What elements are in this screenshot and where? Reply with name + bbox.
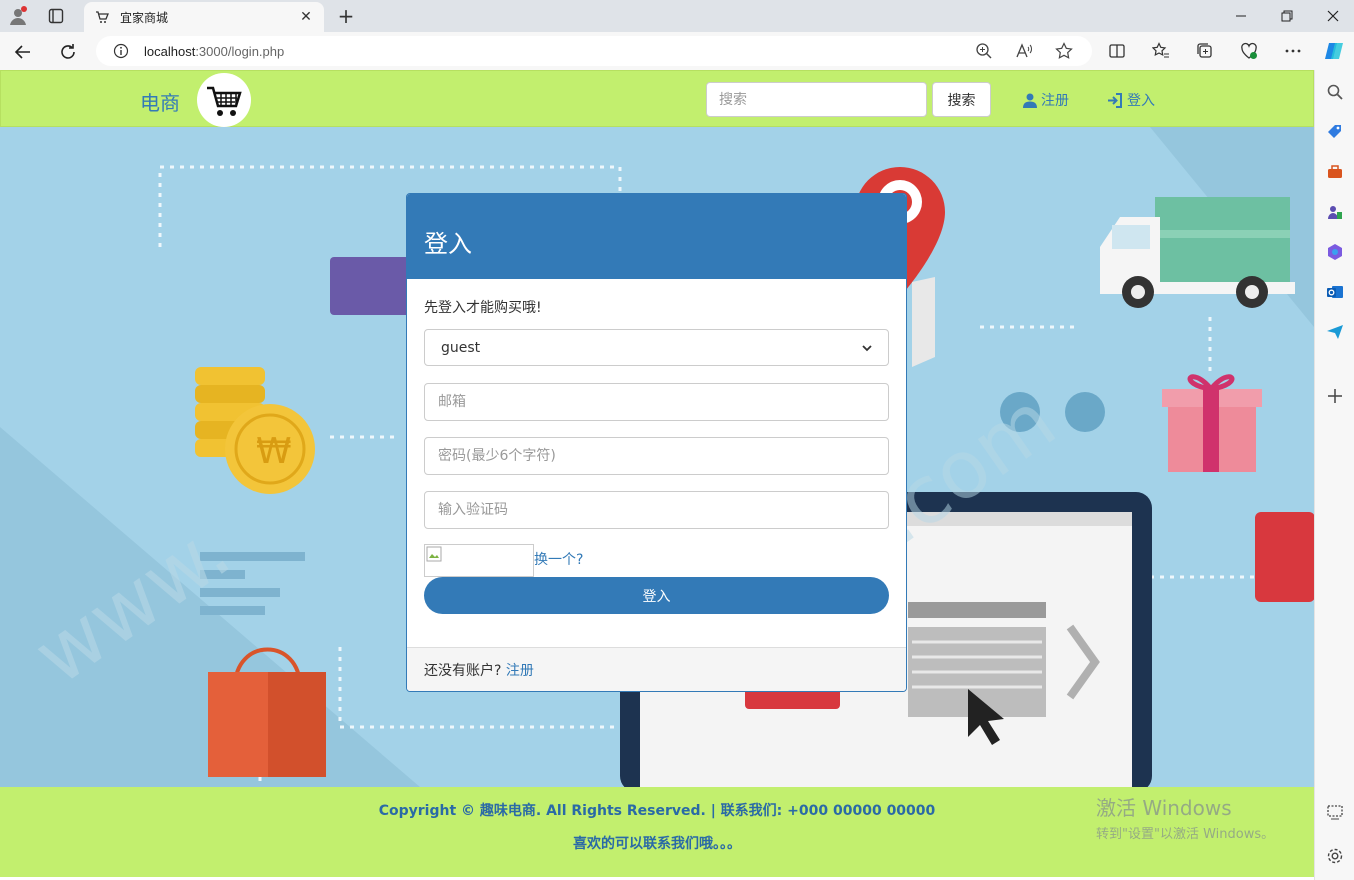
more-options-icon[interactable]	[1282, 40, 1304, 62]
login-panel-body: 先登入才能购买哦! guest 换一个? 登入	[407, 279, 906, 647]
games-icon[interactable]	[1325, 202, 1345, 222]
login-hint: 先登入才能购买哦!	[424, 300, 542, 316]
refresh-captcha-link[interactable]: 换一个?	[534, 549, 583, 569]
new-tab-icon[interactable]: +	[334, 4, 358, 28]
microsoft365-icon[interactable]	[1325, 242, 1345, 262]
zoom-icon[interactable]	[973, 40, 995, 62]
back-icon[interactable]	[10, 39, 36, 65]
login-submit-button[interactable]: 登入	[424, 577, 889, 614]
login-panel-footer: 还没有账户? 注册	[407, 647, 906, 691]
register-footer-link[interactable]: 注册	[506, 663, 534, 679]
site-info-icon[interactable]	[112, 42, 130, 60]
active-tab[interactable]: 宜家商城 ✕	[84, 2, 324, 32]
edge-sidebar	[1314, 70, 1354, 880]
svg-text:₩: ₩	[256, 431, 292, 472]
favorite-star-icon[interactable]	[1053, 40, 1075, 62]
cart-logo-icon[interactable]	[197, 73, 251, 127]
tools-icon[interactable]	[1325, 162, 1345, 182]
favorites-icon[interactable]	[1150, 40, 1172, 62]
cart-favicon-icon	[94, 9, 110, 25]
send-icon[interactable]	[1325, 322, 1345, 342]
sidebar-settings-icon[interactable]	[1325, 846, 1345, 866]
tab-title: 宜家商城	[120, 10, 169, 25]
broken-image-icon	[426, 546, 442, 562]
refresh-icon[interactable]	[55, 39, 81, 65]
search-input[interactable]	[706, 82, 927, 117]
role-select-value: guest	[441, 339, 481, 356]
login-link-label: 登入	[1127, 93, 1155, 109]
address-toolbar: localhost:3000/login.php	[0, 32, 1354, 70]
url-host: localhost	[144, 43, 196, 59]
captcha-input[interactable]	[424, 491, 889, 529]
outlook-icon[interactable]	[1325, 282, 1345, 302]
tab-actions-icon[interactable]	[44, 5, 68, 27]
shopping-tag-icon[interactable]	[1325, 122, 1345, 142]
url-path: :3000/login.php	[195, 43, 285, 59]
user-icon	[1023, 93, 1037, 108]
captcha-image[interactable]	[424, 544, 534, 577]
window-close-icon[interactable]	[1310, 4, 1354, 28]
split-screen-icon[interactable]	[1106, 40, 1128, 62]
login-panel-heading: 登入	[407, 194, 906, 279]
read-aloud-icon[interactable]	[1013, 40, 1035, 62]
copilot-icon[interactable]	[1323, 40, 1345, 62]
screenshot-icon[interactable]	[1325, 802, 1345, 822]
collections-icon[interactable]	[1194, 40, 1216, 62]
search-icon[interactable]	[1325, 82, 1345, 102]
chevron-down-icon	[862, 344, 872, 351]
restore-icon[interactable]	[1264, 4, 1310, 28]
profile-icon[interactable]	[6, 5, 30, 27]
site-navbar: 电商 搜索 注册 登入	[0, 70, 1314, 127]
minimize-icon[interactable]	[1218, 4, 1264, 28]
activation-hint: 转到"设置"以激活 Windows。	[1096, 827, 1275, 842]
no-account-text: 还没有账户?	[424, 663, 502, 679]
search-button[interactable]: 搜索	[932, 82, 991, 117]
add-sidebar-app-icon[interactable]	[1325, 386, 1345, 406]
tab-close-icon[interactable]: ✕	[298, 9, 314, 25]
log-in-icon	[1108, 92, 1122, 108]
email-field[interactable]	[424, 383, 889, 421]
browser-tab-bar: 宜家商城 ✕ +	[0, 0, 1354, 32]
register-link[interactable]: 注册	[1023, 90, 1069, 110]
login-link[interactable]: 登入	[1107, 90, 1155, 110]
windows-activation-watermark: 激活 Windows 转到"设置"以激活 Windows。	[1096, 792, 1274, 842]
role-select[interactable]: guest	[424, 329, 889, 366]
password-field[interactable]	[424, 437, 889, 475]
brand-name[interactable]: 电商	[140, 87, 180, 116]
browser-essentials-icon[interactable]	[1238, 40, 1260, 62]
web-page: 电商 搜索 注册 登入	[0, 70, 1314, 880]
register-link-label: 注册	[1041, 93, 1069, 109]
url-bar[interactable]: localhost:3000/login.php	[96, 36, 1092, 66]
login-panel: 登入 先登入才能购买哦! guest 换一个? 登入 还没有账户? 注册	[406, 193, 907, 692]
activation-title: 激活 Windows	[1096, 796, 1232, 820]
